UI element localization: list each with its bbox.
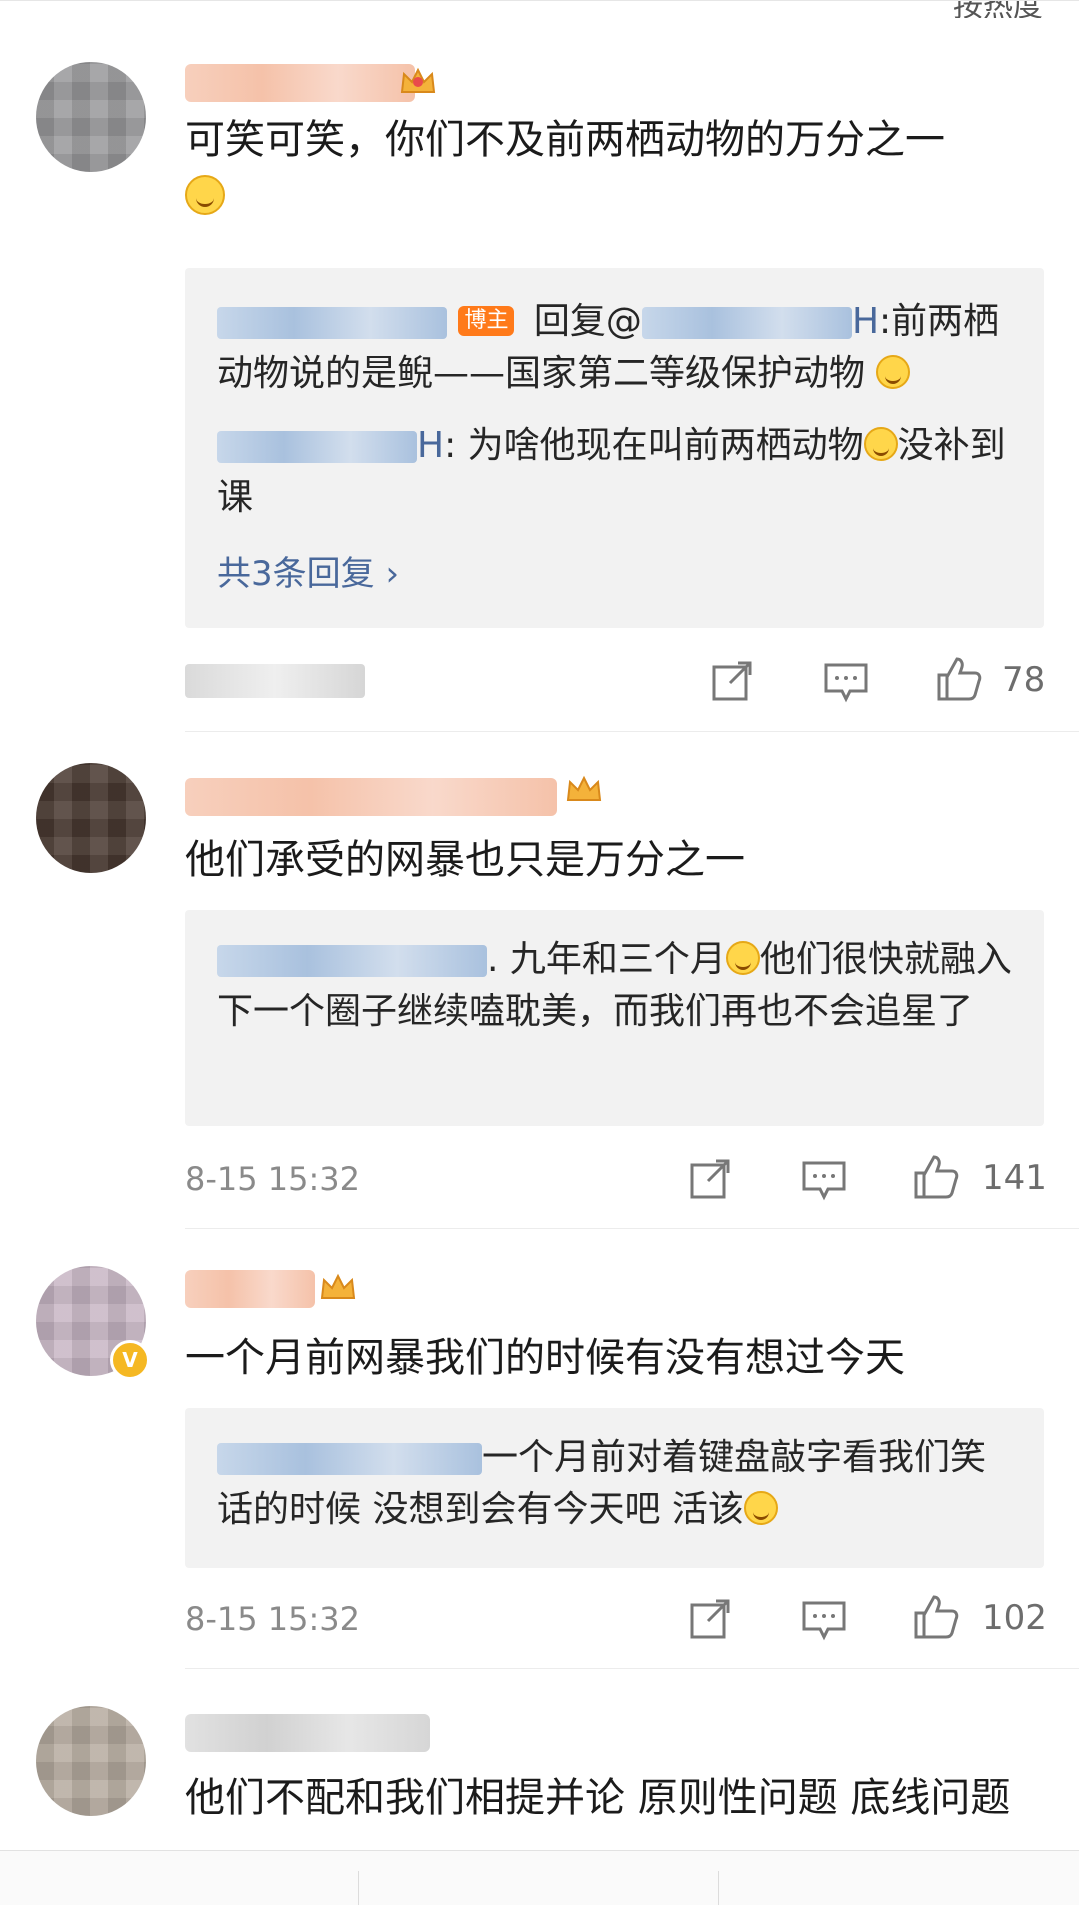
reply-author[interactable] — [217, 431, 417, 463]
comment-icon[interactable] — [800, 1155, 848, 1203]
share-icon[interactable] — [708, 657, 756, 705]
grin-emoji-icon — [743, 1491, 778, 1525]
crown-icon — [566, 775, 602, 801]
comment-time — [185, 664, 365, 698]
avatar[interactable] — [36, 763, 146, 873]
like-count: 78 — [1002, 660, 1046, 700]
comment-text-body: 可笑可笑，你们不及前两栖动物的万分之一 — [185, 117, 945, 163]
laugh-cry-emoji-icon — [725, 941, 760, 975]
smile-emoji-icon — [185, 175, 225, 215]
divider — [185, 731, 1079, 732]
laugh-cry-emoji-icon — [876, 355, 911, 389]
reply-body: : 为啥他现在叫前两栖动物 — [444, 425, 864, 466]
comment-time: 8-15 15:32 — [185, 1160, 361, 1198]
comment-icon[interactable] — [822, 657, 870, 705]
reply-item[interactable]: 博主 回复@ H:前两栖动物说的是鲵——国家第二等级保护动物 — [217, 296, 1014, 400]
host-badge: 博主 — [458, 306, 515, 336]
sort-label[interactable]: 按热度 — [953, 1, 1043, 18]
reply-author[interactable] — [217, 945, 487, 977]
comment-time: 8-15 15:32 — [185, 1600, 361, 1638]
avatar[interactable] — [36, 1706, 146, 1816]
like-icon[interactable] — [912, 1593, 960, 1641]
username[interactable] — [185, 1714, 430, 1752]
like-count: 102 — [982, 1598, 1047, 1638]
reply-author-suffix[interactable]: H — [417, 425, 444, 466]
more-replies-link[interactable]: 共3条回复 › — [217, 550, 399, 598]
like-icon[interactable] — [935, 655, 983, 703]
reply-box[interactable]: 一个月前对着键盘敲字看我们笑话的时候 没想到会有今天吧 活该 — [185, 1408, 1044, 1568]
crown-icon — [320, 1273, 356, 1299]
reply-author[interactable] — [217, 307, 447, 339]
comment-icon[interactable] — [800, 1595, 848, 1643]
comment-text: 可笑可笑，你们不及前两栖动物的万分之一 — [185, 112, 1045, 224]
username[interactable] — [185, 64, 415, 102]
mention-suffix[interactable]: H — [852, 301, 879, 342]
like-icon[interactable] — [912, 1153, 960, 1201]
reply-box[interactable]: . 九年和三个月 他们很快就融入下一个圈子继续嗑耽美，而我们再也不会追星了 — [185, 910, 1044, 1126]
comment-text: 他们不配和我们相提并论 原则性问题 底线问题 — [185, 1775, 1011, 1821]
share-icon[interactable] — [686, 1595, 734, 1643]
username[interactable] — [185, 778, 557, 816]
reply-item[interactable]: H: 为啥他现在叫前两栖动物 没补到课 — [217, 420, 1014, 524]
reply-item[interactable]: . 九年和三个月 他们很快就融入下一个圈子继续嗑耽美，而我们再也不会追星了 — [217, 934, 1014, 1038]
comment-text: 他们承受的网暴也只是万分之一 — [185, 837, 745, 883]
username[interactable] — [185, 1270, 315, 1308]
mentioned-user[interactable] — [641, 307, 852, 339]
reply-author[interactable] — [217, 1443, 482, 1475]
sort-header: 按热度 — [0, 0, 1079, 18]
divider — [358, 1871, 359, 1905]
reply-box[interactable]: 博主 回复@ H:前两栖动物说的是鲵——国家第二等级保护动物 H: 为啥他现在叫前… — [185, 268, 1044, 628]
divider — [185, 1228, 1079, 1229]
divider — [185, 1668, 1079, 1669]
bottom-action-bar — [0, 1850, 1079, 1905]
divider — [718, 1871, 719, 1905]
laugh-cry-emoji-icon — [863, 427, 898, 461]
reply-prefix: 回复@ — [533, 301, 642, 342]
like-count: 141 — [982, 1158, 1047, 1198]
reply-body: . 九年和三个月 — [487, 939, 726, 980]
reply-item[interactable]: 一个月前对着键盘敲字看我们笑话的时候 没想到会有今天吧 活该 — [217, 1432, 1014, 1536]
verified-badge-icon: V — [110, 1340, 150, 1380]
share-icon[interactable] — [686, 1155, 734, 1203]
comment-text: 一个月前网暴我们的时候有没有想过今天 — [185, 1335, 905, 1381]
crown-icon — [400, 67, 436, 93]
avatar[interactable] — [36, 62, 146, 172]
